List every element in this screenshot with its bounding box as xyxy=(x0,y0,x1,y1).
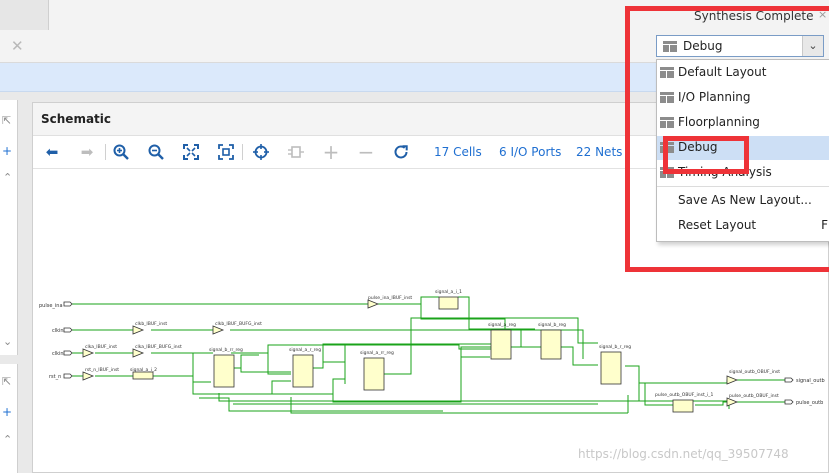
add-icon[interactable]: + xyxy=(2,406,12,418)
wire xyxy=(240,355,291,373)
toolbar-separator xyxy=(242,144,243,160)
wire xyxy=(322,343,491,368)
input-port xyxy=(63,327,73,333)
output-port xyxy=(784,377,794,383)
restore-icon[interactable]: ⇱ xyxy=(2,376,11,387)
cell-label: clkb_IBUF_BUFG_inst xyxy=(215,321,262,327)
left-panel-top: ⇱ + ⌃ ⌄ xyxy=(0,100,18,422)
buffer-cell xyxy=(726,375,739,385)
cell-label: signal_b_reg xyxy=(538,322,566,328)
annotation-highlight-box xyxy=(663,136,749,174)
expand-plus-icon[interactable]: + xyxy=(322,142,340,162)
schematic-title: Schematic xyxy=(41,112,112,126)
wire xyxy=(639,379,785,384)
port-label: clkin xyxy=(52,351,64,357)
lut-cell xyxy=(672,399,694,413)
wire xyxy=(509,328,535,348)
wire xyxy=(232,354,259,369)
cell-label: clkb_IBUF_inst xyxy=(135,321,167,327)
cell-label: signal_a_r_reg xyxy=(289,347,321,353)
cell-label: signal_b_r_reg xyxy=(599,344,631,350)
toolbar-strip xyxy=(0,0,49,30)
back-arrow-icon[interactable]: ⬅ xyxy=(43,143,61,161)
refresh-icon[interactable] xyxy=(392,143,410,161)
scroll-up-icon[interactable]: ⌃ xyxy=(3,434,12,445)
port-label: pulse_outb xyxy=(796,400,823,406)
crosshair-icon[interactable] xyxy=(252,143,270,161)
register-cell xyxy=(600,351,622,385)
input-port xyxy=(63,373,73,379)
port-label: signal_outb xyxy=(796,378,825,384)
cell-label: pulse_outb_OBUF_inst xyxy=(729,393,779,399)
input-port xyxy=(63,350,73,356)
cell-label: clka_IBUF_inst xyxy=(85,344,117,350)
zoom-area-icon[interactable] xyxy=(217,143,235,161)
buffer-cell xyxy=(132,325,145,335)
zoom-out-icon[interactable] xyxy=(147,143,165,161)
port-label: clkin xyxy=(52,328,64,334)
pin-icon[interactable]: ✕ xyxy=(11,38,27,54)
collapse-minus-icon[interactable]: − xyxy=(357,142,375,162)
cell-label: rst_n_IBUF_inst xyxy=(85,367,119,373)
add-icon[interactable]: + xyxy=(2,145,12,157)
wire xyxy=(625,365,683,384)
scroll-up-icon[interactable]: ⌃ xyxy=(3,172,12,183)
cells-count-link[interactable]: 17 Cells xyxy=(434,145,482,159)
nets-count-link[interactable]: 22 Nets xyxy=(576,145,622,159)
cell-label: signal_a_reg xyxy=(488,322,516,328)
buffer-cell xyxy=(82,348,95,358)
fit-view-icon[interactable] xyxy=(182,143,200,161)
register-cell xyxy=(213,354,235,388)
io-ports-count-link[interactable]: 6 I/O Ports xyxy=(499,145,561,159)
wire xyxy=(193,352,291,375)
cell-label: signal_a_i_1 xyxy=(435,289,462,295)
output-port xyxy=(784,399,794,405)
buffer-cell xyxy=(367,299,380,309)
buffer-cell xyxy=(82,371,95,381)
output-ports: signal_outb pulse_outb xyxy=(784,377,825,406)
left-panel-bottom: ⇱ + ⌃ xyxy=(0,364,18,473)
cell-label: signal_a_rr_reg xyxy=(360,350,394,356)
lut-cell xyxy=(132,371,154,380)
cell-label: signal_outb_OBUF_inst xyxy=(729,369,780,375)
input-ports: pulse_ina clkin clkin rst_n xyxy=(39,301,73,380)
cell-label: pulse_ina_IBUF_inst xyxy=(368,295,412,301)
cell-icon[interactable] xyxy=(287,143,305,161)
port-label: rst_n xyxy=(49,374,61,380)
wire xyxy=(311,361,345,369)
lut-cell xyxy=(438,296,459,310)
buffer-cell xyxy=(726,397,739,407)
register-cell xyxy=(490,329,512,360)
watermark: https://blog.csdn.net/qq_39507748 xyxy=(578,447,789,461)
register-cell xyxy=(292,354,314,388)
port-label: pulse_ina xyxy=(39,303,63,309)
wire xyxy=(560,346,598,366)
restore-icon[interactable]: ⇱ xyxy=(2,115,11,126)
toolbar-separator xyxy=(105,144,106,160)
buffer-cell xyxy=(212,325,225,335)
register-cell xyxy=(540,329,562,360)
cell-label: pulse_outb_OBUF_inst_i_1 xyxy=(655,392,714,398)
forward-arrow-icon[interactable]: ➡ xyxy=(78,143,96,161)
input-port xyxy=(63,301,73,307)
wire xyxy=(192,376,291,395)
cell-label: signal_a_i_2 xyxy=(130,367,157,373)
cell-label: signal_b_rr_reg xyxy=(209,347,243,353)
scroll-down-icon[interactable]: ⌄ xyxy=(3,336,12,347)
register-cell xyxy=(363,357,385,391)
cell-label: clka_IBUF_BUFG_inst xyxy=(135,344,182,350)
zoom-in-icon[interactable] xyxy=(112,143,130,161)
buffer-cell xyxy=(132,348,145,358)
